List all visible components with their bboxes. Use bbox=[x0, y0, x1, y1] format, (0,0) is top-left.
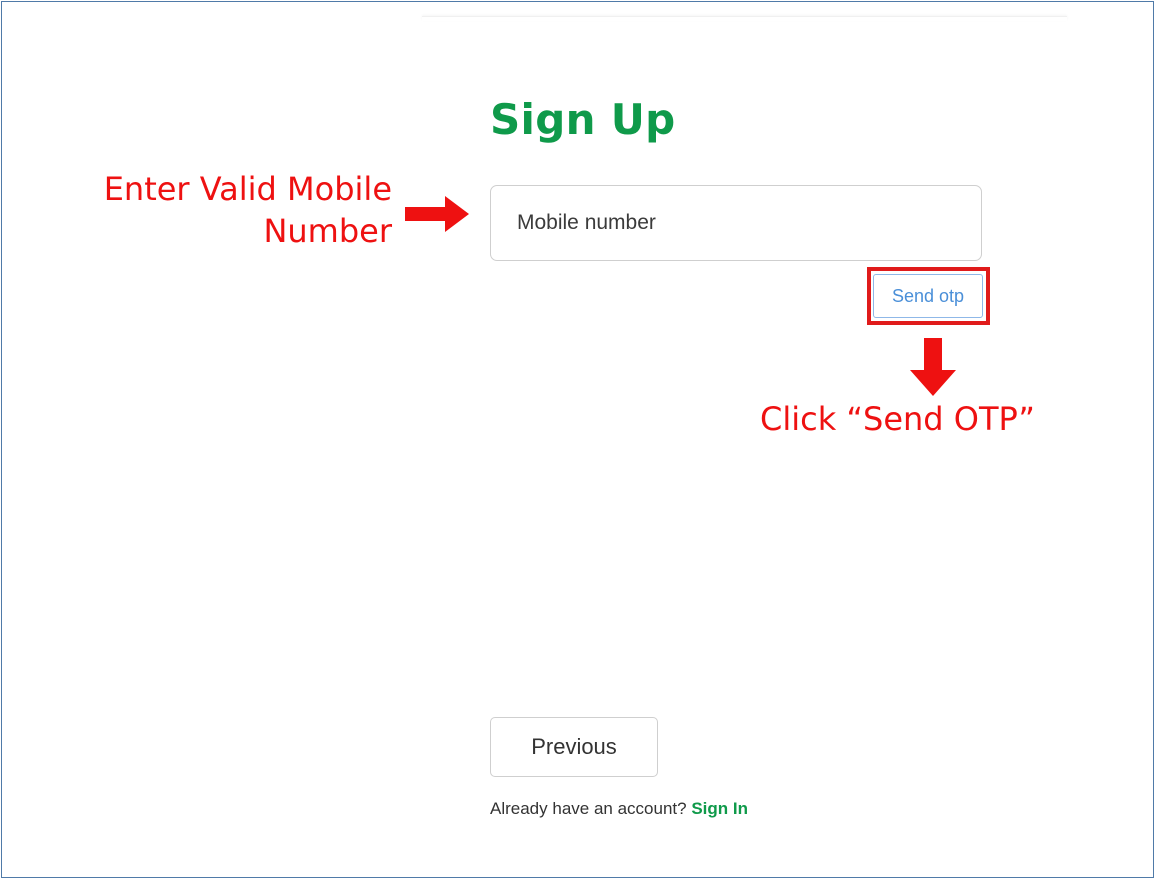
annotation-enter-mobile-line1: Enter Valid Mobile bbox=[103, 170, 392, 208]
tutorial-frame: Sign Up Enter Valid Mobile Number Send o… bbox=[1, 1, 1154, 878]
previous-button[interactable]: Previous bbox=[490, 717, 658, 777]
mobile-number-input[interactable] bbox=[490, 185, 982, 261]
signin-prompt: Already have an account? Sign In bbox=[490, 799, 748, 819]
arrow-right-icon bbox=[405, 196, 469, 232]
page-title: Sign Up bbox=[490, 95, 676, 144]
annotation-enter-mobile-line2: Number bbox=[263, 212, 392, 250]
sign-in-link[interactable]: Sign In bbox=[691, 799, 748, 818]
form-card-top-edge bbox=[422, 16, 1067, 21]
arrow-down-icon bbox=[910, 338, 956, 396]
account-prompt-text: Already have an account? bbox=[490, 799, 687, 818]
annotation-click-send-otp: Click “Send OTP” bbox=[760, 400, 1035, 438]
annotation-enter-mobile: Enter Valid Mobile Number bbox=[62, 168, 392, 252]
send-otp-button[interactable]: Send otp bbox=[873, 274, 983, 318]
